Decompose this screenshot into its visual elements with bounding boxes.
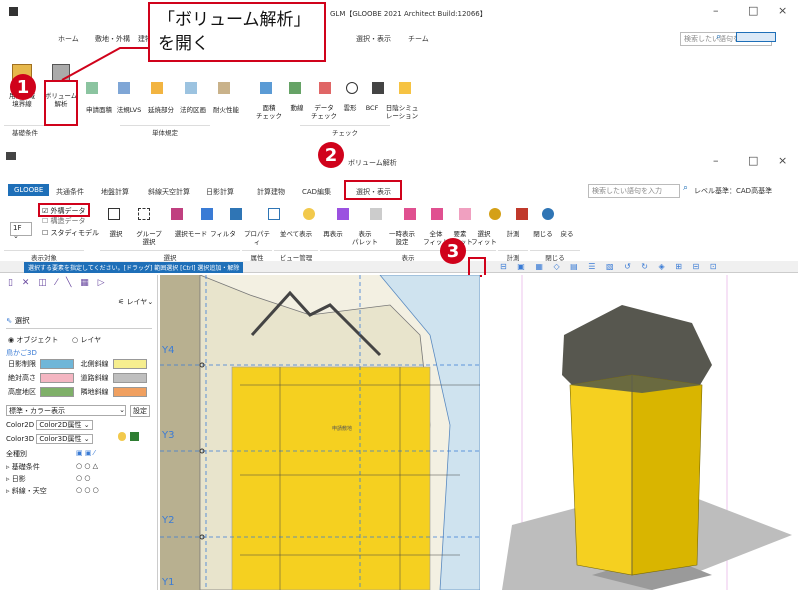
select-button[interactable]: 選択 [106, 230, 126, 238]
temp-display-button[interactable]: 一時表示 設定 [384, 230, 420, 246]
search-icon-2[interactable]: ⌕ [683, 183, 688, 193]
plan-site-label: 申請敷地 [332, 426, 353, 432]
floor-select[interactable]: 1F ⌄ [10, 222, 32, 240]
swatch-absolute [40, 373, 75, 383]
filter-button[interactable]: フィルタ [210, 230, 236, 238]
grid-y3: Y3 [162, 430, 175, 441]
select-mode-button[interactable]: 選択モード [174, 230, 208, 238]
bulb-icon-small[interactable] [118, 432, 126, 441]
grid-y4: Y4 [162, 345, 175, 356]
panel-tools: ▯ ✕ ◫ ⁄ ╲ ▦ ▷ [8, 278, 108, 288]
display-mode-select[interactable]: 標準・カラー表示 ⌄ [6, 405, 126, 416]
radio-object[interactable]: ◉ オブジェクト [8, 335, 58, 345]
view-toolbar-icons: ⊟ ▣ ▦ ◇ ▤ ☰ ▧ ↺ ↻ ◈ ⊞ ⊟ ⊡ [500, 262, 721, 271]
grid-y2: Y2 [162, 515, 175, 526]
side-by-side-button[interactable]: 並べて表示 [278, 230, 314, 238]
step-3-badge: 3 [440, 238, 466, 264]
tab-common[interactable]: 共通条件 [56, 187, 84, 197]
building-3d-drawing [502, 275, 792, 590]
palette-icon-small[interactable] [130, 432, 139, 441]
grid-y1: Y1 [162, 577, 175, 588]
close-x-icon [516, 208, 529, 220]
bottom-window: ボリューム解析 – □ × GLOOBE 共通条件 地盤計算 斜線天空計算 日影… [0, 150, 798, 590]
tree-all[interactable]: 全種別 [6, 449, 27, 459]
tab-shadow[interactable]: 日影計算 [206, 187, 234, 197]
check-study-model[interactable]: ☐ スタディモデル [42, 228, 99, 238]
layer-button[interactable]: ⚟ レイヤ⌄ [118, 297, 153, 307]
color3d-row: Color3D Color3D属性 ⌄ [6, 434, 93, 444]
color2d-select[interactable]: Color2D属性 ⌄ [36, 420, 93, 430]
measure-icon [488, 208, 501, 220]
temp-icon [370, 208, 383, 220]
close-button-2[interactable]: × [778, 154, 787, 167]
app-icon-small [6, 152, 16, 160]
tree-basic-flags: ○ ○ △ [76, 462, 99, 470]
tree-icons: ▣ ▣ ⁄ [76, 449, 95, 457]
tree-slope-flags: ○ ○ ○ [76, 486, 99, 494]
minimize-button-2[interactable]: – [713, 154, 719, 167]
plan-drawing [160, 275, 480, 590]
select-arrow-icon: ⇖ [6, 316, 13, 325]
swatch-shadow [40, 359, 75, 369]
ribbon-icons-row-2 [108, 208, 557, 220]
highlight-exterior-check [38, 203, 90, 217]
back-icon [541, 208, 554, 220]
tab-calc-building[interactable]: 計算建物 [257, 187, 285, 197]
tile-icon [267, 208, 280, 220]
swatch-height [40, 387, 75, 397]
check-structure[interactable]: ☐ 構造データ [42, 216, 86, 226]
cursor-icon [108, 208, 120, 220]
property-button[interactable]: プロパティ [242, 230, 272, 246]
swatch-road [112, 373, 147, 383]
color2d-row: Color2D Color2D属性 ⌄ [6, 420, 93, 430]
left-panel: ▯ ✕ ◫ ⁄ ╲ ▦ ▷ ⚟ レイヤ⌄ ⇖ 選択 ◉ オブジェクト ○ レイヤ… [0, 275, 158, 590]
callout-leader [61, 47, 148, 81]
tab-ground[interactable]: 地盤計算 [101, 187, 129, 197]
filter-icon [200, 208, 213, 220]
radio-layer[interactable]: ○ レイヤ [72, 335, 101, 345]
tab-slope-sky[interactable]: 斜線天空計算 [148, 187, 190, 197]
step-1-badge: 1 [10, 74, 36, 100]
highlight-viewpoint-button [468, 257, 486, 277]
color3d-select[interactable]: Color3D属性 ⌄ [36, 434, 93, 444]
swatch-north [112, 359, 147, 369]
legend-row-1: 日影制限 北側斜線 [8, 359, 147, 369]
volume-window-title: ボリューム解析 [348, 159, 397, 167]
cage-3d-label: 鳥かご3D [6, 349, 37, 357]
palette-icon [336, 208, 349, 220]
close-view-button[interactable]: 閉じる [532, 230, 554, 238]
plan-view[interactable]: Y4 Y3 Y2 Y1 申請敷地 [160, 275, 480, 590]
property-icon [230, 208, 243, 220]
swatch-adjacent [112, 387, 147, 397]
display-palette-button[interactable]: 表示 パレット [350, 230, 380, 246]
redisplay-button[interactable]: 再表示 [320, 230, 346, 238]
mode-icon [171, 208, 184, 220]
tab-gloobe[interactable]: GLOOBE [8, 184, 50, 196]
tree-slope[interactable]: ▹ 斜線・天空 [6, 486, 47, 496]
tree-shadow-flags: ○ ○ [76, 474, 91, 482]
maximize-button-2[interactable]: □ [748, 154, 758, 167]
back-button[interactable]: 戻る [556, 230, 578, 238]
group-select-button[interactable]: グループ 選択 [136, 230, 162, 246]
measure-button[interactable]: 計測 [502, 230, 524, 238]
fit-el-icon [431, 208, 444, 220]
fit-sel-icon [459, 208, 472, 220]
fit-all-icon [403, 208, 416, 220]
tree-shadow[interactable]: ▹ 日影 [6, 474, 26, 484]
tree-basic[interactable]: ▹ 基礎条件 [6, 462, 40, 472]
settings-button[interactable]: 設定 [130, 405, 150, 417]
view-3d[interactable] [482, 275, 798, 590]
bulb-icon [303, 208, 316, 220]
fit-selection-button[interactable]: 選択 フィット [471, 230, 497, 246]
group-icon [137, 208, 150, 220]
tab-cad-edit[interactable]: CAD編集 [302, 187, 331, 197]
panel-title: ⇖ 選択 [6, 315, 152, 329]
legend-row-2: 絶対高さ 道路斜線 [8, 373, 147, 383]
level-label: レベル基準：CAD高基準 [694, 187, 773, 195]
step-2-badge: 2 [318, 142, 344, 168]
highlight-select-tab [344, 180, 402, 200]
legend-row-3: 高度地区 隣地斜線 [8, 387, 147, 397]
search-input-2[interactable]: 検索したい語句を入力 [588, 184, 680, 198]
hint-bar: 選択する要素を指定してください。[ドラッグ] 範囲選択 [Ctrl] 選択追加・… [24, 262, 244, 273]
